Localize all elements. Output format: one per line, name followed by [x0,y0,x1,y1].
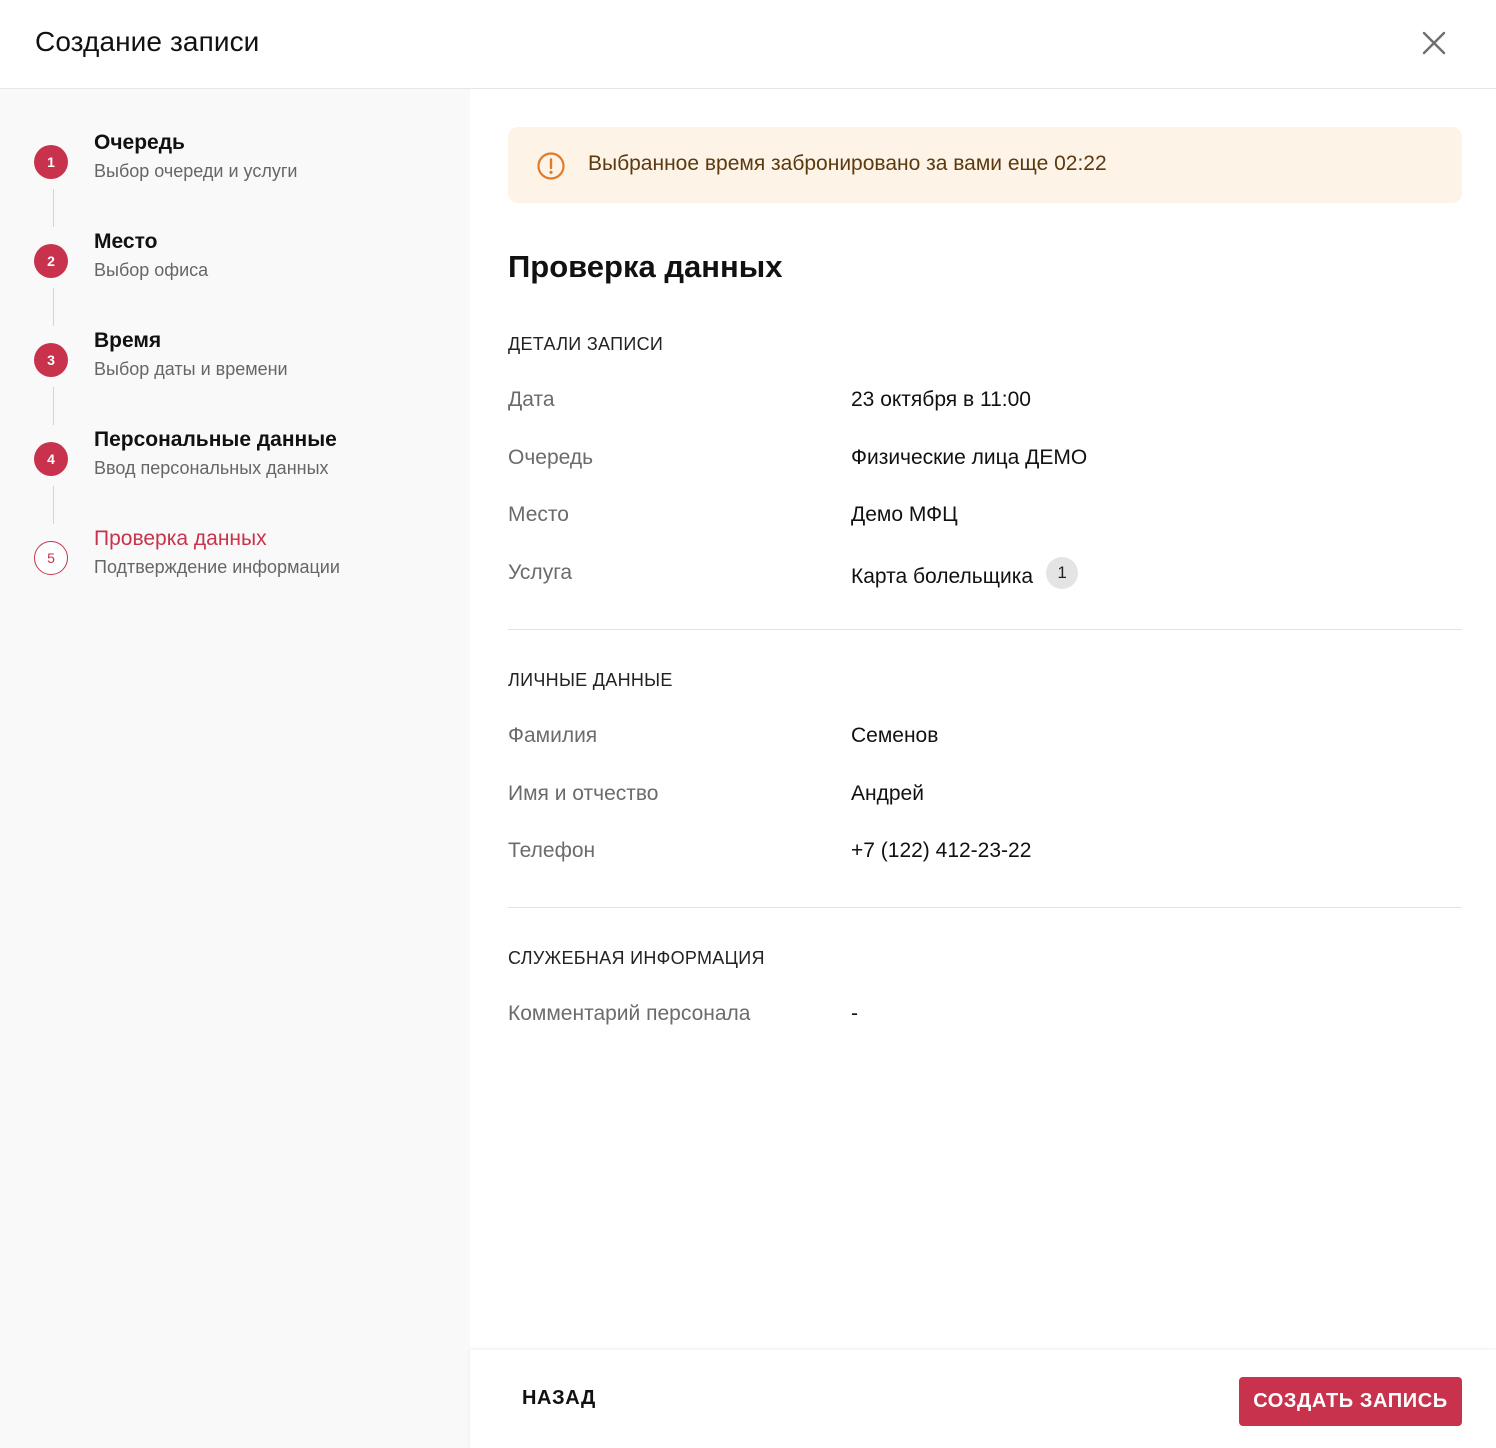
dialog-footer: НАЗАД СОЗДАТЬ ЗАПИСЬ [470,1350,1496,1448]
field-label-name: Имя и отчество [508,782,659,805]
step-connector [53,189,54,227]
field-label-surname: Фамилия [508,724,598,747]
dialog-title: Создание записи [35,26,260,57]
field-value-text: - [851,1002,858,1025]
section-divider [508,907,1462,908]
alert-text: Выбранное время забронировано за вами ещ… [588,152,1107,175]
step-label: Проверка данных [94,527,267,550]
field-label-place: Место [508,503,569,526]
field-value-text: Семенов [851,724,939,747]
field-value-date: 23 октября в 11:00 [851,388,1031,412]
steps-sidebar: 1 Очередь Выбор очереди и услуги 2 Место… [0,89,470,1448]
field-label-date: Дата [508,388,555,411]
field-value-queue: Физические лица ДЕМО [851,446,1087,470]
field-value-place: Демо МФЦ [851,503,958,527]
section-title-service-info: СЛУЖЕБНАЯ ИНФОРМАЦИЯ [508,948,765,968]
field-value-text: 23 октября в 11:00 [851,388,1031,411]
step-description: Ввод персональных данных [94,458,329,478]
step-connector [53,486,54,524]
step-description: Подтверждение информации [94,557,340,577]
step-label: Место [94,230,158,253]
step-number: 5 [34,541,68,575]
section-title-details: ДЕТАЛИ ЗАПИСИ [508,334,664,354]
step-review[interactable]: 5 Проверка данных Подтверждение информац… [0,527,470,587]
step-connector [53,387,54,425]
service-count-badge: 1 [1046,557,1079,589]
step-place[interactable]: 2 Место Выбор офиса [0,230,470,290]
step-label: Время [94,329,162,352]
back-button[interactable]: НАЗАД [506,1378,612,1418]
close-icon [1422,31,1446,55]
dialog-header: Создание записи [0,0,1496,89]
step-description: Выбор офиса [94,260,209,280]
step-queue[interactable]: 1 Очередь Выбор очереди и услуги [0,131,470,191]
step-number: 3 [34,343,68,377]
exclamation-circle-icon [537,152,565,180]
field-value-name: Андрей [851,782,924,806]
page-title: Проверка данных [508,249,783,284]
step-time[interactable]: 3 Время Выбор даты и времени [0,329,470,389]
step-label: Персональные данные [94,428,337,451]
field-value-phone: +7 (122) 412-23-22 [851,839,1031,863]
field-value-staff-comment: - [851,1002,858,1026]
step-connector [53,288,54,326]
close-button[interactable] [1414,24,1454,64]
step-description: Выбор даты и времени [94,359,288,379]
step-description: Выбор очереди и услуги [94,161,298,181]
step-number: 4 [34,442,68,476]
step-label: Очередь [94,131,185,154]
field-value-text: Физические лица ДЕМО [851,446,1088,469]
section-title-personal: ЛИЧНЫЕ ДАННЫЕ [508,670,673,690]
step-number: 2 [34,244,68,278]
create-record-button[interactable]: СОЗДАТЬ ЗАПИСЬ [1239,1377,1462,1426]
field-value-surname: Семенов [851,724,938,748]
step-personal-data[interactable]: 4 Персональные данные Ввод персональных … [0,428,470,488]
field-value-text: +7 (122) 412-23-22 [851,839,1032,862]
reservation-timer-alert: Выбранное время забронировано за вами ещ… [508,127,1462,203]
field-value-service: Карта болельщика 1 [851,557,1079,589]
section-divider [508,629,1462,630]
field-value-text: Карта болельщика [851,565,1034,588]
review-content: Выбранное время забронировано за вами ещ… [470,89,1496,1350]
field-label-staff-comment: Комментарий персонала [508,1002,751,1025]
field-value-text: Демо МФЦ [851,503,958,526]
step-number: 1 [34,145,68,179]
field-value-text: Андрей [851,782,924,805]
field-label-phone: Телефон [508,839,596,862]
field-label-service: Услуга [508,561,573,584]
field-label-queue: Очередь [508,446,594,469]
